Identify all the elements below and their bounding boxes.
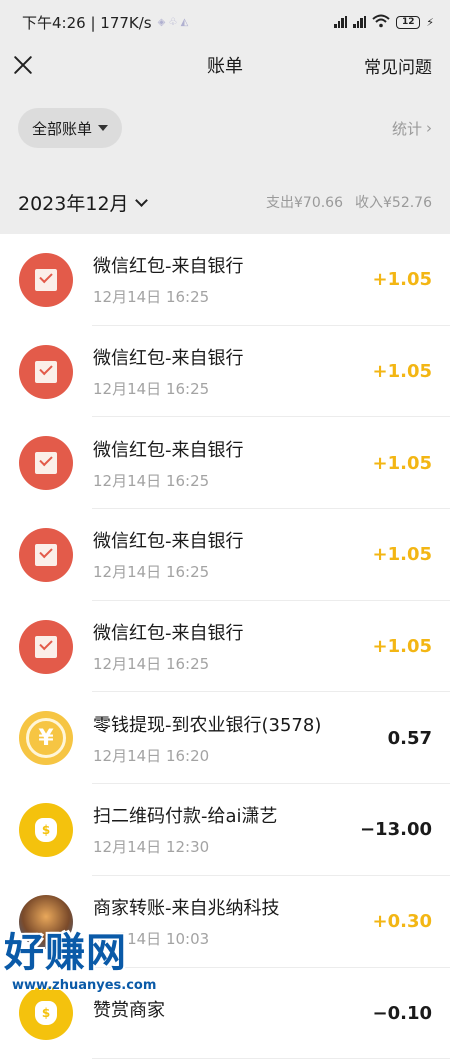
status-right: 12 ⚡: [334, 14, 434, 31]
transaction-time: 12月14日 12:30: [93, 836, 360, 857]
red-packet-icon: [19, 436, 73, 490]
bag-glyph: $: [35, 818, 57, 842]
merchant-avatar-icon: [19, 895, 73, 949]
transaction-title: 扫二维码付款-给ai潇艺: [93, 802, 360, 828]
coin-glyph: ¥: [26, 718, 66, 758]
transaction-row[interactable]: 微信红包-来自银行 12月14日 16:25 +1.05: [0, 601, 450, 693]
signal-icon: [334, 16, 347, 28]
transaction-time: 12月14日 16:25: [93, 561, 373, 582]
faq-link[interactable]: 常见问题: [364, 53, 432, 78]
stats-link[interactable]: 统计 ›: [392, 118, 432, 139]
transaction-row[interactable]: 微信红包-来自银行 12月14日 16:25 +1.05: [0, 234, 450, 326]
red-packet-icon: [19, 528, 73, 582]
transaction-list: 微信红包-来自银行 12月14日 16:25 +1.05 微信红包-来自银行 1…: [0, 234, 450, 1059]
transaction-row[interactable]: 微信红包-来自银行 12月14日 16:25 +1.05: [0, 326, 450, 418]
transaction-title: 微信红包-来自银行: [93, 344, 373, 370]
month-selector[interactable]: 2023年12月: [18, 189, 146, 216]
charging-icon: ⚡: [426, 16, 434, 29]
money-bag-icon: $: [19, 803, 73, 857]
transaction-time: 12月14日 10:03: [93, 928, 373, 949]
signal-icon-2: [353, 16, 366, 28]
transaction-title: 零钱提现-到农业银行(3578): [93, 711, 388, 737]
transaction-amount: +1.05: [373, 453, 433, 474]
stats-label: 统计: [392, 118, 422, 139]
status-bar: 下午4:26 | 177K/s ◈ ♧ ◭ 12 ⚡: [0, 0, 450, 44]
bill-scope-label: 全部账单: [32, 118, 92, 139]
transaction-time: 12月14日 16:20: [93, 745, 388, 766]
transaction-amount: +1.05: [373, 636, 433, 657]
yuan-coin-icon: ¥: [19, 711, 73, 765]
income-total: 收入¥52.76: [355, 192, 432, 212]
transaction-row[interactable]: 商家转账-来自兆纳科技 12月14日 10:03 +0.30: [0, 876, 450, 968]
month-label: 2023年12月: [18, 189, 129, 216]
transaction-row[interactable]: 微信红包-来自银行 12月14日 16:25 +1.05: [0, 417, 450, 509]
expense-total: 支出¥70.66: [266, 192, 343, 212]
filter-bar: 全部账单 统计 ›: [0, 86, 450, 170]
top-area: 下午4:26 | 177K/s ◈ ♧ ◭ 12 ⚡ 账单 常见问题 全部账单 …: [0, 0, 450, 234]
transaction-title: 商家转账-来自兆纳科技: [93, 894, 373, 920]
transaction-title: 微信红包-来自银行: [93, 527, 373, 553]
transaction-amount: −0.10: [373, 1003, 433, 1024]
notification-icons: ◈ ♧ ◭: [158, 17, 189, 28]
close-icon[interactable]: [12, 54, 34, 76]
transaction-row[interactable]: ¥ 零钱提现-到农业银行(3578) 12月14日 16:20 0.57: [0, 692, 450, 784]
red-packet-icon: [19, 620, 73, 674]
wifi-icon: [372, 14, 390, 31]
month-bar: 2023年12月 支出¥70.66 收入¥52.76: [0, 170, 450, 234]
battery-icon: 12: [396, 16, 420, 29]
red-packet-icon: [19, 345, 73, 399]
transaction-amount: +0.30: [373, 911, 433, 932]
transaction-title: 赞赏商家: [93, 996, 373, 1022]
transaction-time: 12月14日 16:25: [93, 286, 373, 307]
transaction-amount: +1.05: [373, 269, 433, 290]
red-packet-icon: [19, 253, 73, 307]
bag-glyph: $: [35, 1001, 57, 1025]
title-bar: 账单 常见问题: [0, 44, 450, 86]
transaction-row[interactable]: $ 赞赏商家 −0.10: [0, 968, 450, 1059]
transaction-amount: +1.05: [373, 544, 433, 565]
status-time-speed: 下午4:26 | 177K/s: [22, 12, 152, 33]
transaction-amount: 0.57: [388, 728, 432, 749]
caret-down-icon: [98, 125, 108, 131]
transaction-time: 12月14日 16:25: [93, 470, 373, 491]
transaction-amount: −13.00: [360, 819, 432, 840]
chevron-down-icon: [135, 194, 148, 207]
chevron-right-icon: ›: [426, 119, 432, 137]
transaction-title: 微信红包-来自银行: [93, 619, 373, 645]
transaction-time: 12月14日 16:25: [93, 378, 373, 399]
transaction-title: 微信红包-来自银行: [93, 252, 373, 278]
bill-scope-dropdown[interactable]: 全部账单: [18, 108, 122, 148]
money-bag-icon: $: [19, 986, 73, 1040]
transaction-row[interactable]: $ 扫二维码付款-给ai潇艺 12月14日 12:30 −13.00: [0, 784, 450, 876]
transaction-amount: +1.05: [373, 361, 433, 382]
transaction-row[interactable]: 微信红包-来自银行 12月14日 16:25 +1.05: [0, 509, 450, 601]
month-summary: 支出¥70.66 收入¥52.76: [266, 192, 432, 212]
status-left: 下午4:26 | 177K/s ◈ ♧ ◭: [22, 12, 188, 33]
transaction-title: 微信红包-来自银行: [93, 436, 373, 462]
transaction-time: 12月14日 16:25: [93, 653, 373, 674]
